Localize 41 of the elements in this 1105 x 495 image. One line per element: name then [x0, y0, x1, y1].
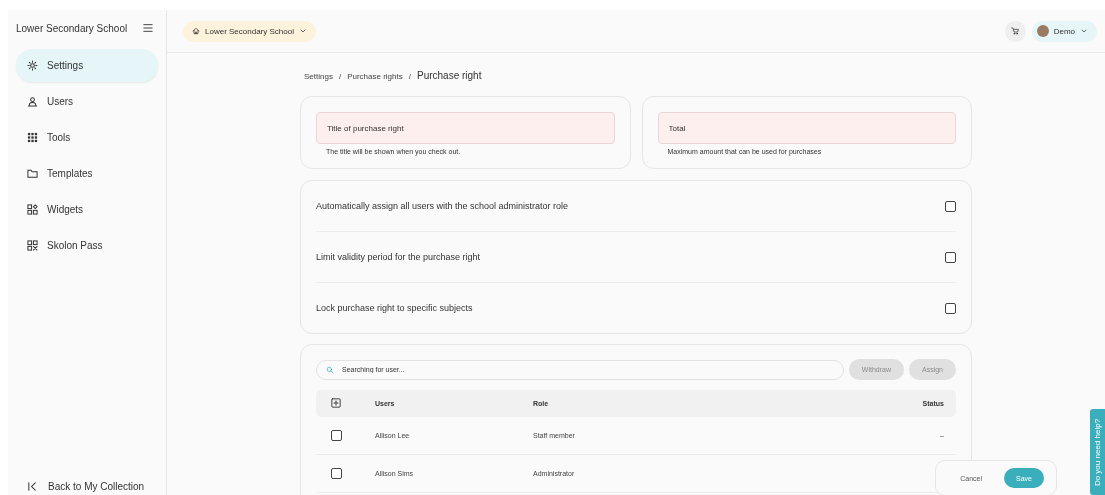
breadcrumb-link[interactable]: Settings: [304, 72, 333, 81]
sidebar-item[interactable]: Settings: [16, 49, 158, 82]
sidebar-item[interactable]: Users: [16, 85, 158, 118]
sidebar-item[interactable]: Widgets: [16, 193, 158, 226]
school-name: Lower Secondary School: [16, 22, 128, 34]
option-label: Automatically assign all users with the school administrator role: [316, 201, 569, 211]
plus-square-icon: [331, 398, 341, 408]
search-icon: [326, 365, 334, 374]
avatar: [1036, 25, 1049, 37]
sidebar-item[interactable]: Skolon Pass: [16, 229, 158, 262]
collapse-left-icon: [27, 481, 38, 492]
school-selector[interactable]: Lower Secondary School: [183, 20, 316, 42]
sidebar-item[interactable]: Templates: [16, 157, 158, 190]
menu-icon[interactable]: [141, 23, 154, 33]
cart-button[interactable]: [1004, 20, 1026, 42]
breadcrumb-separator: /: [338, 72, 342, 81]
breadcrumb-link[interactable]: Purchase rights: [347, 72, 403, 81]
person-icon: [27, 96, 38, 107]
checkbox[interactable]: [945, 200, 956, 212]
checkbox[interactable]: [331, 468, 342, 479]
breadcrumb-current: Purchase right: [416, 70, 482, 81]
checkbox[interactable]: [945, 302, 956, 314]
option-label: Limit validity period for the purchase right: [316, 252, 481, 262]
home-icon: [192, 27, 200, 35]
cart-icon: [1011, 27, 1020, 35]
grid-icon: [27, 132, 38, 143]
breadcrumb-separator: /: [408, 72, 411, 81]
sidebar-item[interactable]: Tools: [16, 121, 158, 154]
checkbox[interactable]: [331, 430, 342, 441]
user-menu[interactable]: Demo: [1031, 20, 1097, 42]
checkbox[interactable]: [945, 251, 956, 263]
qr-code-icon: [27, 240, 38, 251]
chevron-down-icon: [298, 27, 307, 35]
chevron-down-icon: [1080, 27, 1088, 35]
folder-icon: [27, 168, 38, 179]
back-link[interactable]: Back to My Collection: [16, 481, 158, 495]
gear-icon: [27, 60, 38, 71]
option-label: Lock purchase right to specific subjects: [316, 303, 473, 313]
input-field[interactable]: Total: [657, 112, 956, 144]
input-field[interactable]: Title of purchase right: [316, 112, 615, 144]
widgets-icon: [27, 204, 38, 215]
